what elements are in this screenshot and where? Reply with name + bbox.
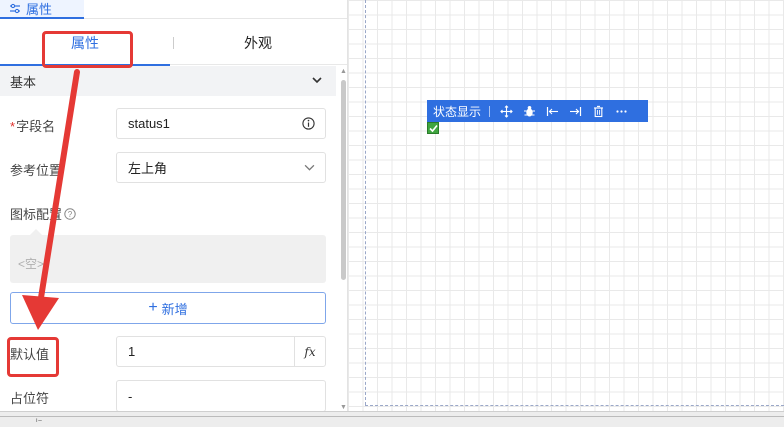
app-root: 属性 属性 外观 基本 ▲ ▼ *字段名 status1 参考位置 左上角 图标… (0, 0, 784, 427)
annotation-arrow (22, 69, 80, 330)
